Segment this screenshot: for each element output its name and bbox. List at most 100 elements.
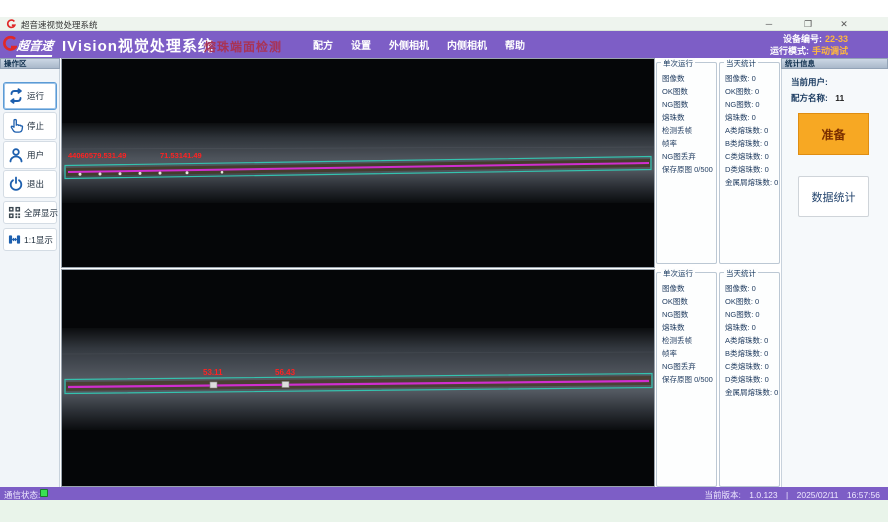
data-statistics-button[interactable]: 数据统计	[798, 176, 869, 217]
stat-row: 熔珠数: 0	[720, 322, 779, 335]
stat-row: 保存原图 0/500	[657, 374, 716, 387]
group-title: 单次运行	[661, 58, 695, 69]
stat-row: 金属屑熔珠数: 0	[720, 387, 779, 400]
app-title: IVision视觉处理系统	[62, 35, 214, 56]
close-button[interactable]: ✕	[836, 17, 852, 31]
one-to-one-icon	[8, 233, 21, 246]
run-mode-value: 手动调试	[812, 46, 848, 56]
stat-row: 保存原图 0/500	[657, 164, 716, 177]
stat-row: 金属屑熔珠数: 0	[720, 177, 779, 190]
sidebar-title: 操作区	[0, 58, 60, 69]
stat-row: NG图丢弃	[657, 151, 716, 164]
power-icon	[8, 176, 24, 192]
brand-logo-text: 超音速	[16, 37, 54, 57]
stat-row: 熔珠数: 0	[720, 112, 779, 125]
restore-button[interactable]: ❐	[800, 17, 816, 31]
menu-item-recipe[interactable]: 配方	[310, 35, 336, 54]
stat-row: 图像数	[657, 73, 716, 86]
stat-row: C类熔珠数: 0	[720, 151, 779, 164]
info-panel-title: 统计信息	[781, 58, 888, 69]
stat-row: OK图数	[657, 296, 716, 309]
minimize-button[interactable]: ─	[761, 17, 777, 31]
today-stats-inner: 当天统计 图像数: 0OK图数: 0NG图数: 0熔珠数: 0A类熔珠数: 0B…	[719, 272, 780, 487]
stat-row: B类熔珠数: 0	[720, 138, 779, 151]
stat-row: 帧率	[657, 138, 716, 151]
exit-button-label: 退出	[27, 178, 44, 190]
app-header: 超音速 IVision视觉处理系统 熔珠端面检测 配方 设置 外侧相机 内侧相机…	[0, 31, 888, 58]
run-button-label: 运行	[27, 90, 44, 102]
stat-row: NG图数: 0	[720, 309, 779, 322]
measurement-annotation-right: 71.53141.49	[160, 151, 202, 160]
single-run-stats-outer: 单次运行 图像数OK图数NG图数熔珠数检测丢帧帧率NG图丢弃保存原图 0/500	[656, 62, 717, 264]
comm-status-indicator	[40, 489, 48, 497]
user-button-label: 用户	[27, 149, 44, 161]
status-time: 16:57:56	[847, 490, 880, 500]
stat-row: 检测丢帧	[657, 335, 716, 348]
window-title: 超音速视觉处理系统	[21, 19, 98, 31]
exit-button[interactable]: 退出	[3, 170, 57, 198]
stat-row: NG图数	[657, 99, 716, 112]
device-id-value: 22-33	[825, 34, 848, 44]
stat-row: D类熔珠数: 0	[720, 164, 779, 177]
stat-row: NG图数	[657, 309, 716, 322]
separator: |	[786, 490, 788, 500]
stat-row: 熔珠数	[657, 322, 716, 335]
stat-row: 帧率	[657, 348, 716, 361]
stat-row: OK图数: 0	[720, 86, 779, 99]
group-title: 当天统计	[724, 58, 758, 69]
stat-row: A类熔珠数: 0	[720, 125, 779, 138]
menu-item-inner-camera[interactable]: 内侧相机	[444, 35, 490, 54]
stat-row: 图像数: 0	[720, 73, 779, 86]
single-run-stats-inner: 单次运行 图像数OK图数NG图数熔珠数检测丢帧帧率NG图丢弃保存原图 0/500	[656, 272, 717, 487]
status-bar: 通信状态: 当前版本: 1.0.123 | 2025/02/11 16:57:5…	[0, 487, 888, 500]
user-button[interactable]: 用户	[3, 141, 57, 169]
stat-row: NG图丢弃	[657, 361, 716, 374]
stat-row: 熔珠数	[657, 112, 716, 125]
desktop-strip	[0, 500, 888, 522]
info-panel: 当前用户: 配方名称: 11 准备 数据统计	[781, 69, 888, 487]
camera-image-inner: 53.11 56.43	[62, 270, 654, 486]
defect-marker	[282, 382, 289, 388]
version-label: 当前版本:	[705, 490, 741, 500]
stat-row: OK图数	[657, 86, 716, 99]
one-to-one-button-label: 1:1显示	[24, 234, 53, 246]
measurement-annotation-1: 53.11	[203, 368, 223, 377]
stat-row: 图像数: 0	[720, 283, 779, 296]
stat-row: NG图数: 0	[720, 99, 779, 112]
stat-row: 图像数	[657, 283, 716, 296]
stop-button-label: 停止	[27, 120, 44, 132]
stat-row: 检测丢帧	[657, 125, 716, 138]
device-info: 设备编号:22-33 运行模式:手动调试	[770, 33, 848, 57]
user-icon	[8, 147, 24, 163]
menu-bar: 配方 设置 外侧相机 内侧相机 帮助	[310, 31, 528, 58]
group-title: 单次运行	[661, 268, 695, 279]
measurement-annotation-left: 44060579.531.49	[68, 151, 126, 160]
one-to-one-button[interactable]: 1:1显示	[3, 228, 57, 251]
version-value: 1.0.123	[749, 490, 777, 500]
run-mode-label: 运行模式:	[770, 46, 809, 56]
stat-row: C类熔珠数: 0	[720, 361, 779, 374]
device-id-label: 设备编号:	[783, 34, 822, 44]
run-button[interactable]: 运行	[3, 82, 57, 110]
group-title: 当天统计	[724, 268, 758, 279]
run-cycle-icon	[8, 88, 24, 104]
stat-row: B类熔珠数: 0	[720, 348, 779, 361]
app-logo-icon	[6, 19, 16, 29]
brand-logo-icon	[2, 35, 17, 54]
fullscreen-button[interactable]: 全屏显示	[3, 201, 57, 224]
camera-image-outer: 44060579.531.49 71.53141.49	[62, 59, 654, 267]
app-window: 超音速视觉处理系统 ─ ❐ ✕ 超音速 IVision视觉处理系统 熔珠端面检测…	[0, 0, 888, 522]
stat-row: D类熔珠数: 0	[720, 374, 779, 387]
menu-item-settings[interactable]: 设置	[348, 35, 374, 54]
stat-row: OK图数: 0	[720, 296, 779, 309]
stop-button[interactable]: 停止	[3, 112, 57, 140]
fullscreen-button-label: 全屏显示	[24, 207, 58, 219]
recipe-name-label: 配方名称:	[791, 93, 828, 103]
recipe-name-value: 11	[835, 93, 844, 103]
prepare-button[interactable]: 准备	[798, 113, 869, 155]
menu-item-outer-camera[interactable]: 外侧相机	[386, 35, 432, 54]
current-user-label: 当前用户:	[791, 77, 828, 87]
app-subtitle: 熔珠端面检测	[204, 38, 282, 55]
os-titlebar: 超音速视觉处理系统 ─ ❐ ✕	[0, 17, 888, 31]
menu-item-help[interactable]: 帮助	[502, 35, 528, 54]
